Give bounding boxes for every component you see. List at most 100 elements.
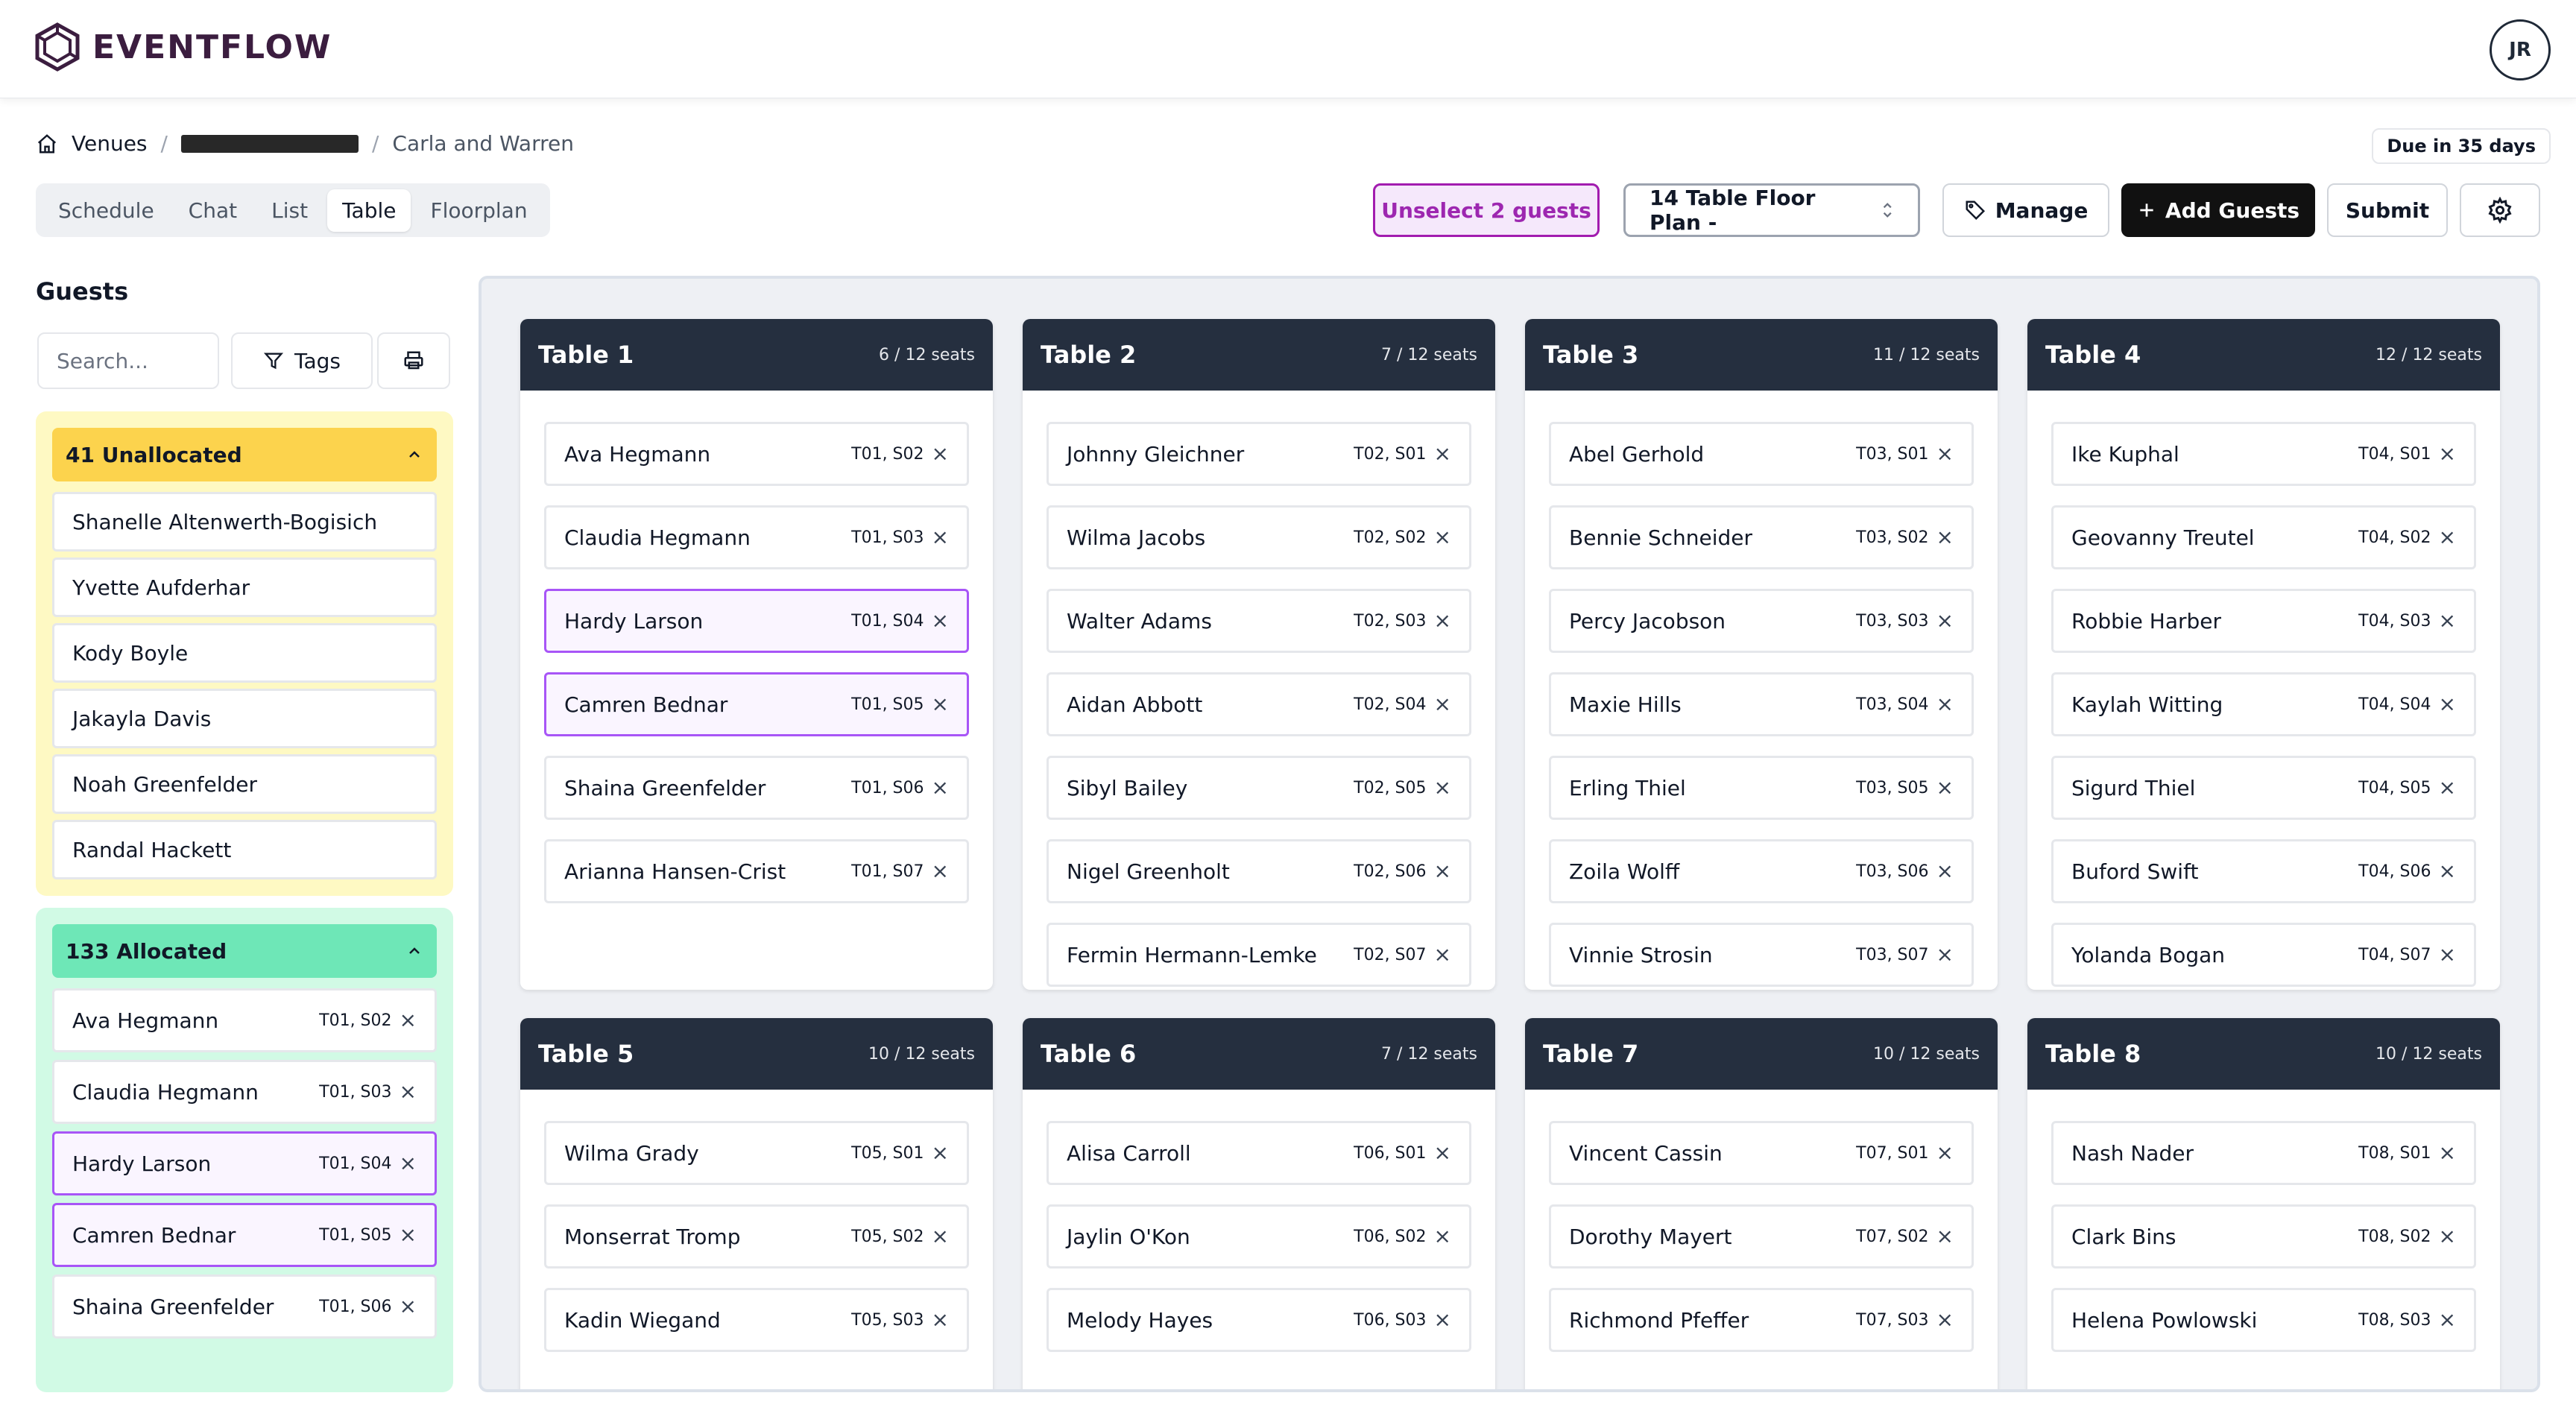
table-guest[interactable]: Claudia Hegmann T01, S03 × <box>544 505 969 569</box>
table-card[interactable]: Table 6 7 / 12 seats Alisa Carroll T06, S01… <box>1023 1018 1495 1389</box>
remove-icon[interactable]: × <box>1434 527 1451 548</box>
remove-icon[interactable]: × <box>400 1296 417 1317</box>
table-guest[interactable]: Nash Nader T08, S01 × <box>2051 1121 2476 1185</box>
remove-icon[interactable]: × <box>1936 944 1954 965</box>
table-guest[interactable]: Robbie Harber T04, S03 × <box>2051 589 2476 653</box>
remove-icon[interactable]: × <box>1936 777 1954 798</box>
add-guests-button[interactable]: Add Guests <box>2121 183 2315 237</box>
remove-icon[interactable]: × <box>1434 443 1451 464</box>
remove-icon[interactable]: × <box>1936 610 1954 631</box>
remove-icon[interactable]: × <box>1936 443 1954 464</box>
remove-icon[interactable]: × <box>932 694 949 715</box>
table-guest[interactable]: Kadin Wiegand T05, S03 × <box>544 1288 969 1352</box>
table-canvas[interactable]: Table 16 / 12 seats Ava Hegmann T01, S02 × C… <box>479 276 2540 1392</box>
table-guest[interactable]: Wilma Jacobs T02, S02 × <box>1046 505 1471 569</box>
table-card[interactable]: Table 7 10 / 12 seats Vincent Cassin T07, S… <box>1525 1018 1998 1389</box>
table-guest[interactable]: Dorothy Mayert T07, S02 × <box>1549 1204 1974 1269</box>
remove-icon[interactable]: × <box>400 1010 417 1031</box>
submit-button[interactable]: Submit <box>2327 183 2448 237</box>
unallocated-guest[interactable]: Yvette Aufderhar <box>52 557 437 617</box>
unallocated-guest[interactable]: Shanelle Altenwerth-Bogisich <box>52 492 437 552</box>
table-guest[interactable]: Johnny Gleichner T02, S01 × <box>1046 422 1471 486</box>
table-guest[interactable]: Ike Kuphal T04, S01 × <box>2051 422 2476 486</box>
allocated-header[interactable]: 133 Allocated <box>52 924 437 978</box>
table-guest[interactable]: Ava Hegmann T01, S02 × <box>544 422 969 486</box>
table-guest[interactable]: Percy Jacobson T03, S03 × <box>1549 589 1974 653</box>
table-guest[interactable]: Zoila Wolff T03, S06 × <box>1549 839 1974 903</box>
app-logo[interactable]: EVENTFLOW <box>34 22 332 72</box>
unallocated-guest[interactable]: Jakayla Davis <box>52 689 437 748</box>
search-input[interactable]: Search... <box>37 332 219 389</box>
table-guest[interactable]: Vincent Cassin T07, S01 × <box>1549 1121 1974 1185</box>
table-guest[interactable]: Arianna Hansen-Crist T01, S07 × <box>544 839 969 903</box>
table-card[interactable]: Table 3 11 / 12 seats Abel Gerhold T03, S01… <box>1525 319 1998 990</box>
remove-icon[interactable]: × <box>1936 1143 1954 1163</box>
table-guest[interactable]: Sigurd Thiel T04, S05 × <box>2051 756 2476 820</box>
unallocated-guest[interactable]: Kody Boyle <box>52 623 437 683</box>
table-guest[interactable]: Yolanda Bogan T04, S07 × <box>2051 923 2476 987</box>
table-guest[interactable]: Monserrat Tromp T05, S02 × <box>544 1204 969 1269</box>
print-button[interactable] <box>377 332 450 389</box>
manage-button[interactable]: Manage <box>1942 183 2109 237</box>
remove-icon[interactable]: × <box>1936 694 1954 715</box>
table-guest[interactable]: Fermin Hermann-Lemke T02, S07 × <box>1046 923 1471 987</box>
table-guest[interactable]: Wilma Grady T05, S01 × <box>544 1121 969 1185</box>
breadcrumb-venues[interactable]: Venues <box>72 131 148 156</box>
tab-schedule[interactable]: Schedule <box>43 189 169 232</box>
remove-icon[interactable]: × <box>2439 610 2456 631</box>
table-guest[interactable]: Richmond Pfeffer T07, S03 × <box>1549 1288 1974 1352</box>
home-icon[interactable] <box>36 133 58 155</box>
remove-icon[interactable]: × <box>932 527 949 548</box>
unallocated-guest[interactable]: Randal Hackett <box>52 820 437 879</box>
remove-icon[interactable]: × <box>1936 527 1954 548</box>
table-card[interactable]: Table 4 12 / 12 seats Ike Kuphal T04, S01 × G… <box>2027 319 2500 990</box>
remove-icon[interactable]: × <box>1936 861 1954 882</box>
remove-icon[interactable]: × <box>1434 1143 1451 1163</box>
remove-icon[interactable]: × <box>400 1153 417 1174</box>
remove-icon[interactable]: × <box>400 1225 417 1245</box>
table-guest[interactable]: Nigel Greenholt T02, S06 × <box>1046 839 1471 903</box>
remove-icon[interactable]: × <box>1936 1226 1954 1247</box>
table-card[interactable]: Table 8 10 / 12 seats Nash Nader T08, S01 × C… <box>2027 1018 2500 1389</box>
allocated-guest[interactable]: Ava Hegmann T01, S02 × <box>52 988 437 1052</box>
remove-icon[interactable]: × <box>2439 527 2456 548</box>
remove-icon[interactable]: × <box>2439 777 2456 798</box>
remove-icon[interactable]: × <box>932 861 949 882</box>
tags-filter-button[interactable]: Tags <box>231 332 373 389</box>
remove-icon[interactable]: × <box>2439 694 2456 715</box>
remove-icon[interactable]: × <box>2439 944 2456 965</box>
table-guest[interactable]: Jaylin O'Kon T06, S02 × <box>1046 1204 1471 1269</box>
remove-icon[interactable]: × <box>932 610 949 631</box>
remove-icon[interactable]: × <box>1936 1309 1954 1330</box>
floorplan-select[interactable]: 14 Table Floor Plan - <box>1623 183 1920 237</box>
remove-icon[interactable]: × <box>1434 1309 1451 1330</box>
tab-floorplan[interactable]: Floorplan <box>415 189 542 232</box>
remove-icon[interactable]: × <box>932 1226 949 1247</box>
table-guest[interactable]: Alisa Carroll T06, S01 × <box>1046 1121 1471 1185</box>
remove-icon[interactable]: × <box>400 1081 417 1102</box>
remove-icon[interactable]: × <box>1434 1226 1451 1247</box>
table-guest[interactable]: Geovanny Treutel T04, S02 × <box>2051 505 2476 569</box>
unallocated-guest[interactable]: Noah Greenfelder <box>52 754 437 814</box>
table-card[interactable]: Table 16 / 12 seats Ava Hegmann T01, S02 × C… <box>520 319 993 990</box>
table-card[interactable]: Table 2 7 / 12 seats Johnny Gleichner T02, … <box>1023 319 1495 990</box>
remove-icon[interactable]: × <box>2439 1143 2456 1163</box>
table-guest[interactable]: Walter Adams T02, S03 × <box>1046 589 1471 653</box>
table-guest[interactable]: Buford Swift T04, S06 × <box>2051 839 2476 903</box>
remove-icon[interactable]: × <box>2439 1309 2456 1330</box>
table-guest[interactable]: Clark Bins T08, S02 × <box>2051 1204 2476 1269</box>
table-card[interactable]: Table 5 10 / 12 seats Wilma Grady T05, S01 ×… <box>520 1018 993 1389</box>
remove-icon[interactable]: × <box>2439 1226 2456 1247</box>
table-guest[interactable]: Melody Hayes T06, S03 × <box>1046 1288 1471 1352</box>
table-guest[interactable]: Aidan Abbott T02, S04 × <box>1046 672 1471 736</box>
table-guest[interactable]: Camren Bednar T01, S05 × <box>544 672 969 736</box>
user-avatar[interactable]: JR <box>2490 19 2551 80</box>
table-guest[interactable]: Abel Gerhold T03, S01 × <box>1549 422 1974 486</box>
table-guest[interactable]: Bennie Schneider T03, S02 × <box>1549 505 1974 569</box>
tab-table[interactable]: Table <box>327 189 411 232</box>
remove-icon[interactable]: × <box>1434 694 1451 715</box>
table-guest[interactable]: Helena Powlowski T08, S03 × <box>2051 1288 2476 1352</box>
breadcrumb-redacted-venue[interactable] <box>180 134 359 153</box>
remove-icon[interactable]: × <box>2439 443 2456 464</box>
table-guest[interactable]: Sibyl Bailey T02, S05 × <box>1046 756 1471 820</box>
